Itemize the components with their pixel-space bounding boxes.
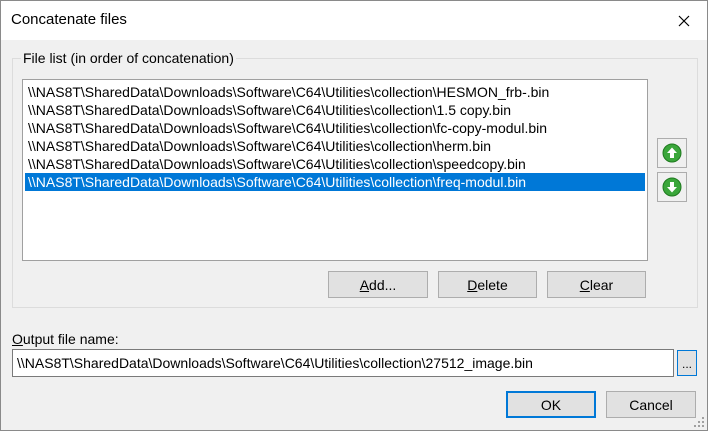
concatenate-files-dialog: Concatenate files File list (in order of…: [0, 0, 708, 431]
green-arrow-down-icon: [662, 177, 682, 197]
output-file-label: Output file name:: [12, 331, 119, 347]
close-icon: [678, 15, 690, 26]
list-item[interactable]: \\NAS8T\SharedData\Downloads\Software\C6…: [25, 137, 645, 155]
browse-button[interactable]: ...: [677, 350, 697, 376]
cancel-button[interactable]: Cancel: [606, 391, 696, 418]
delete-button[interactable]: Delete: [438, 271, 537, 298]
list-item[interactable]: \\NAS8T\SharedData\Downloads\Software\C6…: [25, 155, 645, 173]
browse-button-label: ...: [681, 357, 692, 371]
green-arrow-up-icon: [662, 143, 682, 163]
move-up-button[interactable]: [657, 138, 687, 168]
cancel-button-label: Cancel: [629, 396, 673, 413]
output-file-input[interactable]: \\NAS8T\SharedData\Downloads\Software\C6…: [12, 349, 674, 377]
add-button-label: Add...: [359, 276, 397, 293]
list-item[interactable]: \\NAS8T\SharedData\Downloads\Software\C6…: [25, 101, 645, 119]
delete-button-label: Delete: [467, 276, 508, 293]
ok-button[interactable]: OK: [506, 391, 596, 418]
resize-grip-icon[interactable]: [693, 416, 705, 428]
dialog-title: Concatenate files: [11, 11, 127, 28]
list-item[interactable]: \\NAS8T\SharedData\Downloads\Software\C6…: [25, 119, 645, 137]
list-item-selected[interactable]: \\NAS8T\SharedData\Downloads\Software\C6…: [25, 173, 645, 191]
add-button[interactable]: Add...: [328, 271, 428, 298]
clear-button-label: Clear: [579, 276, 614, 293]
title-bar[interactable]: Concatenate files: [1, 1, 707, 40]
file-list-group-label: File list (in order of concatenation): [21, 50, 236, 66]
close-button[interactable]: [661, 1, 707, 40]
clear-button[interactable]: Clear: [547, 271, 646, 298]
file-listbox[interactable]: \\NAS8T\SharedData\Downloads\Software\C6…: [22, 79, 648, 261]
ok-button-label: OK: [540, 396, 562, 413]
move-down-button[interactable]: [657, 172, 687, 202]
list-item[interactable]: \\NAS8T\SharedData\Downloads\Software\C6…: [25, 83, 645, 101]
